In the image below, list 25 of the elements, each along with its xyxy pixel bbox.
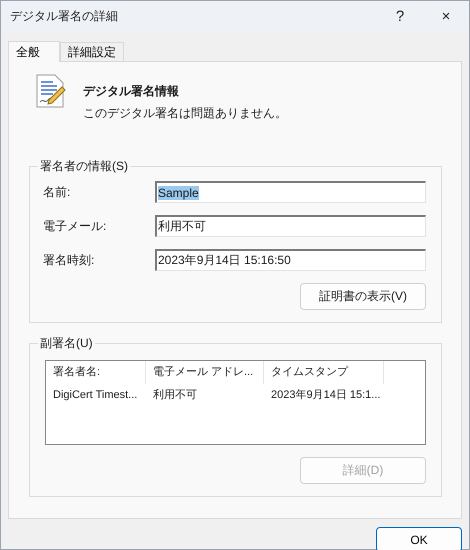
signed-document-icon	[35, 74, 67, 108]
group-label: 署名者の情報(S)	[39, 158, 129, 175]
table-cell-text: 2023年9月14日 15:1...	[270, 388, 382, 402]
close-button[interactable]: ×	[423, 1, 469, 31]
group-label: 副署名(U)	[39, 335, 94, 352]
status-message: このデジタル署名は問題ありません。	[83, 105, 287, 122]
table-cell-text: DigiCert Timest...	[52, 388, 138, 400]
tab[interactable]: 全般	[8, 41, 60, 62]
countersignature-list[interactable]: 署名者名: 電子メール アドレ... タイムスタンプ DigiCert Timest... 利用不可 2023年9月14日 15:1...	[45, 360, 426, 445]
column-header[interactable]: タイムスタンプ	[264, 361, 384, 384]
view-certificate-button[interactable]: 証明書の表示(V)	[300, 283, 426, 310]
signature-info-title: デジタル署名情報	[83, 83, 180, 100]
ok-button[interactable]: OK	[376, 527, 462, 550]
text-field[interactable]: Sample	[155, 181, 426, 203]
column-header[interactable]: 署名者名:	[46, 361, 146, 384]
text-field[interactable]: 2023年9月14日 15:16:50	[155, 249, 426, 271]
text-field[interactable]: 利用不可	[155, 215, 426, 237]
column-header[interactable]: 電子メール アドレ...	[146, 361, 264, 384]
field-label: 署名時刻:	[43, 252, 96, 268]
field-label: 名前:	[43, 184, 72, 200]
tab[interactable]: 詳細設定	[60, 42, 124, 61]
table-cell-text: 利用不可	[152, 388, 198, 402]
help-button[interactable]: ?	[377, 1, 423, 31]
window-title: デジタル署名の詳細	[10, 8, 119, 24]
field-label: 電子メール:	[43, 218, 108, 234]
